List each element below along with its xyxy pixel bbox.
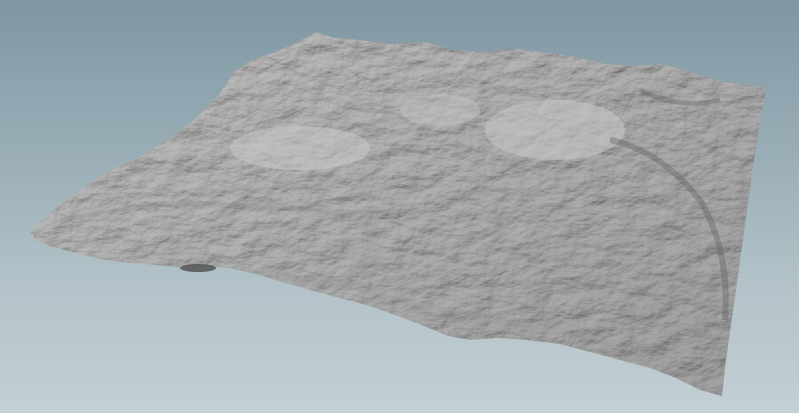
terrain-render	[30, 32, 766, 396]
3d-viewport[interactable]	[0, 0, 799, 413]
